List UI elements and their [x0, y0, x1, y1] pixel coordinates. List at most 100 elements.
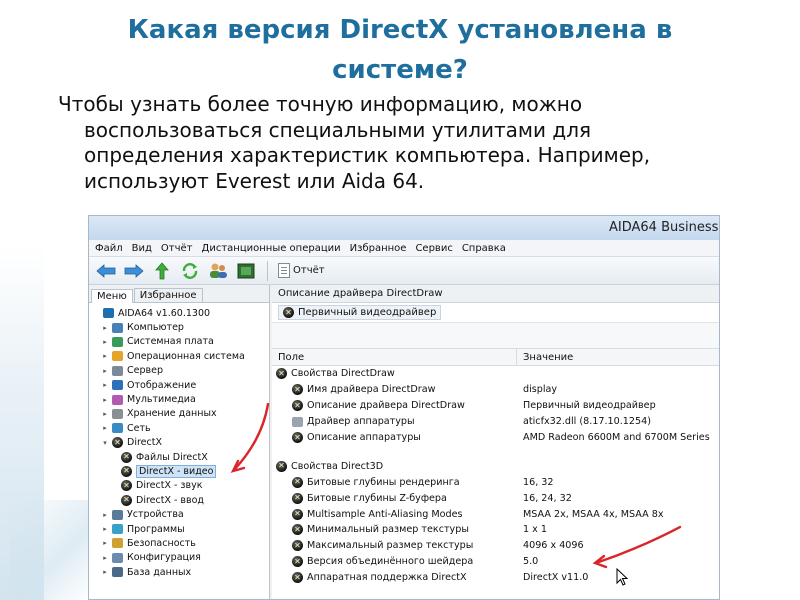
field-value: 16, 24, 32 [523, 492, 572, 504]
menu-view[interactable]: Вид [132, 243, 152, 254]
menu-bar: Файл Вид Отчёт Дистанционные операции Из… [89, 240, 719, 257]
tree-item-label: Мультимедиа [127, 394, 196, 406]
motherboard-icon [111, 336, 124, 347]
field-value: Первичный видеодрайвер [523, 400, 656, 412]
tab-favorites[interactable]: Избранное [133, 288, 203, 302]
properties-grid: ✕ Свойства DirectDraw ✕ Имя драйвера Direct… [272, 366, 719, 586]
expand-arrow-icon[interactable]: ▸ [101, 367, 109, 375]
table-row[interactable]: ✕ Аппаратная поддержка DirectX DirectX v11… [272, 570, 719, 586]
forward-button[interactable] [123, 261, 145, 281]
tree-item[interactable]: ▸ Устройства [89, 507, 269, 521]
expand-arrow-icon[interactable]: ▸ [101, 539, 109, 547]
tree-item-label: DirectX [127, 437, 162, 449]
menu-remote[interactable]: Дистанционные операции [202, 243, 341, 254]
tree-item[interactable]: ✕ DirectX - ввод [89, 493, 269, 507]
window-titlebar[interactable]: AIDA64 Business [89, 216, 719, 240]
menu-help[interactable]: Справка [462, 243, 506, 254]
primary-driver-item[interactable]: ✕ Первичный видеодрайвер [278, 305, 442, 320]
field-value: AMD Radeon 6600M and 6700M Series [523, 432, 710, 443]
tab-menu[interactable]: Меню [91, 289, 133, 303]
section-header[interactable]: ✕ Свойства Direct3D [272, 458, 719, 474]
tree-item[interactable]: ▸ Сервер [89, 364, 269, 378]
table-row[interactable]: ✕ Минимальный размер текстуры 1 x 1 [272, 522, 719, 538]
expand-arrow-icon[interactable]: ▸ [101, 525, 109, 533]
column-field-header[interactable]: Поле [272, 349, 517, 365]
expand-arrow-icon[interactable]: ▸ [101, 568, 109, 576]
tree-item[interactable]: ✕ DirectX - видео [89, 464, 269, 478]
expand-arrow-icon[interactable]: ▸ [101, 410, 109, 418]
toolbar: Отчёт [89, 257, 719, 285]
table-row[interactable]: Драйвер аппаратуры aticfx32.dll (8.17.10.… [272, 414, 719, 430]
expand-arrow-icon[interactable]: ▸ [101, 381, 109, 389]
table-row[interactable]: ✕ Битовые глубины рендеринга 16, 32 [272, 474, 719, 490]
tree-item[interactable]: ✕ Файлы DirectX [89, 450, 269, 464]
expand-arrow-icon[interactable]: ▸ [101, 338, 109, 346]
up-button[interactable] [151, 261, 173, 281]
tree-item[interactable]: ▸ Компьютер [89, 320, 269, 334]
field-cell: ✕ Битовые глубины рендеринга [272, 476, 517, 488]
section-header[interactable]: ✕ Свойства DirectDraw [272, 366, 719, 382]
users-icon [210, 263, 227, 278]
report-button[interactable]: Отчёт [278, 263, 325, 278]
menu-service[interactable]: Сервис [415, 243, 452, 254]
table-row[interactable]: ✕ Битовые глубины Z-буфера 16, 24, 32 [272, 490, 719, 506]
table-row[interactable]: ✕ Версия объединённого шейдера 5.0 [272, 554, 719, 570]
tree-item[interactable]: ▸ Отображение [89, 378, 269, 392]
table-row[interactable]: ✕ Описание драйвера DirectDraw Первичный в… [272, 398, 719, 414]
field-name: Драйвер аппаратуры [307, 416, 415, 428]
expand-arrow-icon[interactable]: ▸ [101, 424, 109, 432]
expand-arrow-icon[interactable]: ▸ [101, 324, 109, 332]
back-button[interactable] [95, 261, 117, 281]
tree-item-label: Сервер [127, 365, 163, 377]
expand-arrow-icon[interactable]: ▸ [101, 396, 109, 404]
directx-icon: ✕ [111, 437, 124, 449]
tree-item-label: Операционная система [127, 350, 245, 362]
tree-item[interactable]: ▾ ✕ DirectX [89, 436, 269, 450]
tree-item[interactable]: ▸ Системная плата [89, 335, 269, 349]
expand-arrow-icon[interactable]: ▸ [101, 554, 109, 562]
menu-report[interactable]: Отчёт [161, 243, 193, 254]
tree-item-label: Компьютер [127, 322, 184, 334]
tree-item[interactable]: ▸ Конфигурация [89, 551, 269, 565]
menu-file[interactable]: Файл [95, 243, 123, 254]
field-cell: ✕ Описание аппаратуры [272, 432, 517, 443]
tree-item[interactable]: AIDA64 v1.60.1300 [89, 306, 269, 320]
field-name: Multisample Anti-Aliasing Modes [307, 508, 463, 520]
expand-arrow-icon[interactable]: ▸ [101, 352, 109, 360]
toolbar-separator [267, 260, 268, 281]
menu-favorites[interactable]: Избранное [350, 243, 407, 254]
directx-icon: ✕ [292, 400, 303, 412]
field-value: 1 x 1 [523, 524, 547, 536]
tree-item[interactable]: ▸ Хранение данных [89, 407, 269, 421]
table-row[interactable]: ✕ Имя драйвера DirectDraw display [272, 382, 719, 398]
field-name: Битовые глубины Z-буфера [307, 492, 447, 504]
database-icon [111, 567, 124, 578]
tree-item[interactable]: ▸ Программы [89, 522, 269, 536]
tree-item[interactable]: ▸ Мультимедиа [89, 392, 269, 406]
table-row[interactable]: ✕ Максимальный размер текстуры 4096 x 4096 [272, 538, 719, 554]
directx-icon: ✕ [292, 508, 303, 520]
window-title: AIDA64 Business [609, 220, 719, 235]
expand-arrow-icon[interactable]: ▸ [101, 511, 109, 519]
column-value-header[interactable]: Значение [517, 349, 573, 365]
devices-icon [111, 509, 124, 520]
details-pane: Описание драйвера DirectDraw ✕ Первичный… [272, 285, 719, 599]
tree-item-label: DirectX - ввод [136, 494, 204, 506]
tree-item-label: База данных [127, 566, 192, 578]
tree-item[interactable]: ▸ Сеть [89, 421, 269, 435]
tree-item[interactable]: ✕ DirectX - звук [89, 479, 269, 493]
field-name: Максимальный размер текстуры [307, 540, 474, 552]
benchmark-button[interactable] [235, 261, 257, 281]
details-divider[interactable] [272, 323, 719, 349]
directx-icon: ✕ [292, 540, 303, 552]
tree-item[interactable]: ▸ Безопасность [89, 536, 269, 550]
slide-body-text: Чтобы узнать более точную информацию, мо… [58, 92, 758, 194]
users-button[interactable] [207, 261, 229, 281]
body-line: используют Everest или Aida 64. [84, 168, 425, 193]
tree-item[interactable]: ▸ Операционная система [89, 349, 269, 363]
refresh-button[interactable] [179, 261, 201, 281]
tree-item[interactable]: ▸ База данных [89, 565, 269, 579]
table-row[interactable]: ✕ Описание аппаратуры AMD Radeon 6600M and… [272, 430, 719, 446]
collapse-arrow-icon[interactable]: ▾ [101, 439, 109, 447]
table-row[interactable]: ✕ Multisample Anti-Aliasing Modes MSAA 2x,… [272, 506, 719, 522]
